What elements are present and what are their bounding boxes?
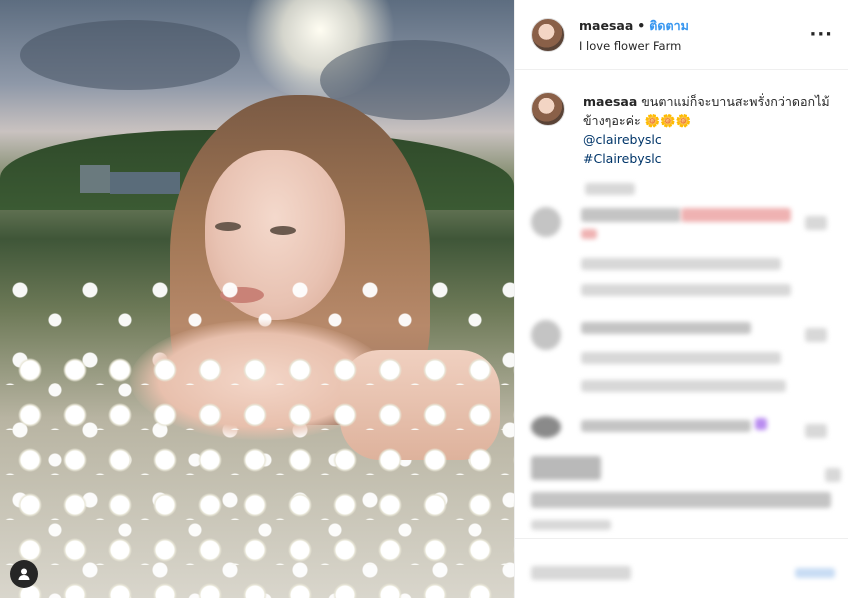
caption-username[interactable]: maesaa	[583, 94, 637, 109]
blurred-comment-text	[581, 352, 781, 364]
house-roof	[80, 165, 110, 193]
caption: maesaa ขนตาแม่ก็จะบานสะพรั่งกว่าดอกไม้ข้…	[515, 70, 848, 168]
blurred-heart	[805, 216, 827, 230]
flower-foreground	[0, 340, 514, 598]
blurred-bookmark	[825, 468, 841, 482]
eye	[270, 226, 296, 235]
username-link[interactable]: maesaa	[579, 18, 633, 33]
cloud	[20, 20, 240, 90]
blurred-comment-text	[581, 322, 751, 334]
blurred-avatar	[531, 416, 561, 438]
tagged-user-icon[interactable]	[10, 560, 38, 588]
location-link[interactable]: I love flower Farm	[579, 39, 809, 53]
blurred-avatar	[531, 207, 561, 237]
blurred-heart	[805, 328, 827, 342]
blurred-action-icons	[531, 456, 601, 480]
divider	[515, 538, 848, 539]
blurred-comment-text	[581, 420, 751, 432]
blurred-comment-text	[581, 284, 791, 296]
instagram-post-view: maesaa • ติดตาม I love flower Farm ··· mae…	[0, 0, 848, 598]
house-roof	[110, 172, 180, 194]
post-photo[interactable]	[0, 0, 514, 598]
blurred-comment-input[interactable]	[531, 566, 631, 580]
blurred-comment-text	[581, 208, 681, 222]
separator-dot: •	[637, 18, 646, 33]
hashtag-link[interactable]: #Clairebyslc	[583, 149, 833, 168]
post-side-panel: maesaa • ติดตาม I love flower Farm ··· mae…	[514, 0, 848, 598]
blurred-timestamp	[585, 183, 635, 195]
blurred-comment-text	[581, 229, 597, 239]
header-line: maesaa • ติดตาม	[579, 16, 809, 36]
avatar[interactable]	[531, 17, 565, 52]
blurred-comment-text	[681, 208, 791, 222]
eye	[215, 222, 241, 231]
blurred-likes	[531, 492, 831, 508]
caption-avatar[interactable]	[531, 92, 565, 126]
blurred-emoji	[755, 418, 767, 430]
blurred-post-button[interactable]	[795, 568, 835, 578]
blurred-heart	[805, 424, 827, 438]
follow-button[interactable]: ติดตาม	[649, 18, 689, 33]
caption-body: maesaa ขนตาแม่ก็จะบานสะพรั่งกว่าดอกไม้ข้…	[583, 92, 833, 168]
header-text: maesaa • ติดตาม I love flower Farm	[579, 16, 809, 53]
mention-link[interactable]: @clairebyslc	[583, 130, 833, 149]
blurred-avatar	[531, 320, 561, 350]
post-header: maesaa • ติดตาม I love flower Farm ···	[515, 0, 848, 70]
ellipsis-icon[interactable]: ···	[809, 25, 833, 43]
blurred-comment-text	[581, 258, 781, 270]
user-icon	[18, 568, 30, 580]
blurred-comment-text	[581, 380, 786, 392]
blurred-date	[531, 520, 611, 530]
